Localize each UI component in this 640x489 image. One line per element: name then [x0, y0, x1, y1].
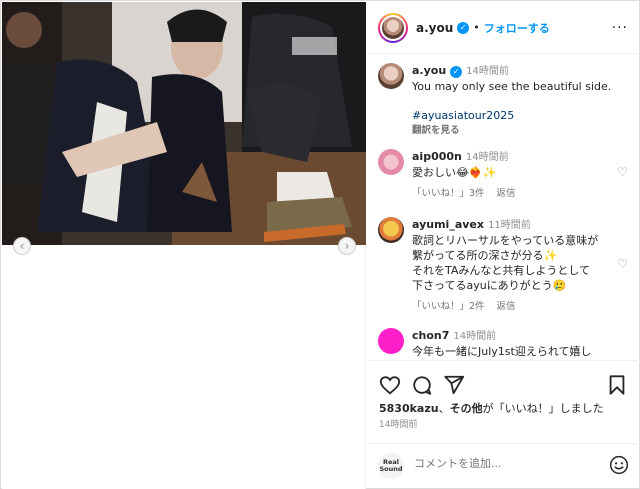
caption-time: 14時間前 [466, 66, 509, 77]
caption-hashtag[interactable]: #ayuasiatour2025 [412, 108, 622, 123]
separator-dot: • [473, 21, 480, 34]
post-time: 14時間前 [379, 420, 418, 430]
comment-username[interactable]: aip000n [412, 150, 462, 163]
comment-composer: Real Sound [367, 443, 640, 489]
comment-text-line: 歌詞とリハーサルをやっている意味が [412, 234, 599, 247]
author-username[interactable]: a.you [416, 21, 453, 35]
follow-button[interactable]: フォローする [484, 20, 550, 36]
likes-username[interactable]: 5830kazu [379, 402, 439, 415]
emoji-icon[interactable] [609, 455, 629, 475]
chevron-left-icon: ‹ [19, 239, 25, 253]
comment-likes[interactable]: 「いいね！」3件 [412, 188, 485, 199]
comment-time: 14時間前 [453, 331, 497, 342]
author-avatar[interactable] [378, 12, 408, 43]
previous-image-button[interactable]: ‹ [13, 237, 31, 255]
caption-avatar[interactable] [378, 63, 404, 89]
translate-link[interactable]: 翻訳を見る [412, 123, 622, 138]
post-photo [2, 2, 366, 245]
reply-button[interactable]: 返信 [497, 188, 516, 199]
verified-badge-icon: ✓ [457, 21, 470, 34]
comment-avatar[interactable] [378, 217, 404, 243]
comment-text-line: 繋がってる所の深さが分る✨ [412, 249, 558, 262]
comment-text: 愛おしい😂❤️‍🔥✨ [412, 166, 497, 179]
like-comment-heart-icon[interactable]: ♡ [617, 165, 628, 179]
post-window: ‹ › a.you ✓ • フォローする ··· a.you ✓ 14時間前 You… [0, 0, 640, 489]
next-image-button[interactable]: › [338, 237, 356, 255]
likes-separator: 、 [438, 402, 450, 415]
save-bookmark-icon[interactable] [606, 374, 628, 396]
likes-others-link[interactable]: その他 [450, 402, 483, 415]
comment-bubble-icon[interactable] [411, 374, 433, 396]
likes-suffix: が「いいね！」しました [482, 402, 604, 415]
comment-input[interactable] [414, 457, 594, 470]
comment-avatar[interactable] [378, 149, 404, 175]
comment-username[interactable]: ayumi_avex [412, 218, 484, 231]
post-media: ‹ › [2, 2, 366, 489]
post-header: a.you ✓ • フォローする ··· [367, 2, 640, 54]
comment-likes[interactable]: 「いいね！」2件 [412, 301, 485, 312]
comment-time: 11時間前 [487, 220, 531, 231]
likes-summary: 5830kazu、その他が「いいね！」しました [379, 400, 604, 416]
caption-text: You may only see the beautiful side. [412, 80, 612, 93]
chevron-right-icon: › [344, 239, 350, 253]
more-options-icon[interactable]: ··· [612, 20, 628, 36]
comments-panel: a.you ✓ 14時間前 You may only see the beautif… [367, 55, 640, 359]
current-user-avatar: Real Sound [378, 453, 404, 479]
post-actions: 5830kazu、その他が「いいね！」しました 14時間前 [367, 360, 640, 440]
share-send-icon[interactable] [443, 374, 465, 396]
verified-badge-icon: ✓ [450, 66, 463, 78]
comment-avatar[interactable] [378, 328, 404, 354]
comment-username[interactable]: chon7 [412, 329, 449, 342]
post-sidebar: a.you ✓ • フォローする ··· a.you ✓ 14時間前 You may… [367, 2, 640, 489]
like-heart-icon[interactable] [379, 374, 401, 396]
comment-time: 14時間前 [465, 152, 509, 163]
reply-button[interactable]: 返信 [497, 301, 516, 312]
comment-text: 今年も一緒にJuly1st迎えられて嬉し [412, 345, 592, 358]
comment-text-line: それをTAみんなと共有しようとして [412, 264, 591, 277]
caption-username[interactable]: a.you [412, 64, 446, 77]
comment-text-line: 下さってるayuにありがとう🥲 [412, 279, 567, 292]
like-comment-heart-icon[interactable]: ♡ [617, 257, 628, 271]
